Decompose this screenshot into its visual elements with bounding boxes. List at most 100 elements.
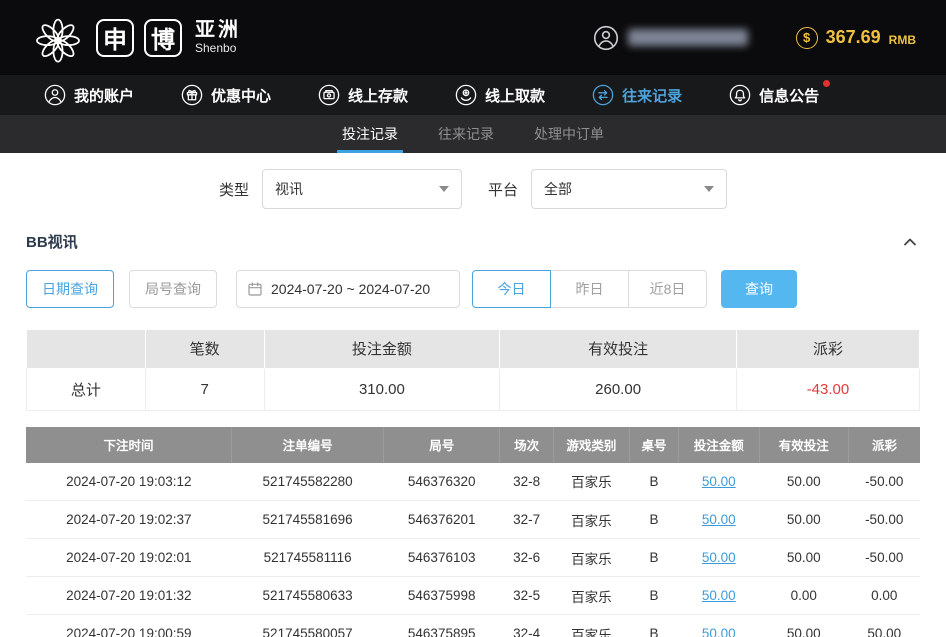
chevron-up-icon[interactable] — [900, 232, 920, 252]
tab-processing-orders[interactable]: 处理中订单 — [529, 115, 609, 153]
search-button[interactable]: 查询 — [721, 270, 797, 308]
nav-item-announcements[interactable]: 信息公告 — [729, 84, 819, 106]
header-round-number: 局号 — [384, 427, 500, 463]
cell-game-type: 百家乐 — [553, 463, 629, 501]
cell-valid-bet: 50.00 — [759, 615, 848, 637]
logo-char-shen: 申 — [96, 19, 134, 57]
nav-item-my-account[interactable]: 我的账户 — [44, 84, 134, 106]
cell-bet-time: 2024-07-20 19:03:12 — [26, 463, 232, 501]
content: 类型 视讯 平台 全部 BB视讯 日期查询 局号查询 2024-07-20 ~ — [0, 153, 946, 637]
chevron-down-icon — [704, 186, 714, 192]
type-label: 类型 — [219, 179, 249, 200]
cell-game-type: 百家乐 — [553, 539, 629, 577]
nav-label: 我的账户 — [74, 85, 134, 106]
type-select[interactable]: 视讯 — [262, 169, 462, 209]
cell-round-number: 546375895 — [384, 615, 500, 637]
record-tabs: 投注记录 往来记录 处理中订单 — [0, 115, 946, 153]
bet-amount-link[interactable]: 50.00 — [702, 474, 736, 489]
tab-bet-records[interactable]: 投注记录 — [337, 115, 403, 153]
cell-bet-number: 521745581116 — [232, 539, 384, 577]
summary-total-row: 总计 7 310.00 260.00 -43.00 — [27, 368, 920, 410]
user-account[interactable] — [593, 25, 748, 51]
cell-payout: -50.00 — [848, 539, 920, 577]
today-button[interactable]: 今日 — [472, 270, 551, 308]
cell-session: 32-8 — [500, 463, 554, 501]
nav-item-withdraw[interactable]: 线上取款 — [455, 84, 545, 106]
balance-display[interactable]: $ 367.69 RMB — [796, 27, 916, 49]
top-header: 申 博 亚洲 Shenbo $ 367.69 RMB — [0, 0, 946, 75]
cell-payout: 50.00 — [848, 615, 920, 637]
table-row: 2024-07-20 19:03:12521745582280546376320… — [26, 463, 920, 501]
cell-round-number: 546376320 — [384, 463, 500, 501]
cell-bet-time: 2024-07-20 19:01:32 — [26, 577, 232, 615]
round-query-button[interactable]: 局号查询 — [129, 270, 217, 308]
bet-amount-link[interactable]: 50.00 — [702, 588, 736, 603]
nav-label: 线上取款 — [485, 85, 545, 106]
summary-valid-bet: 260.00 — [500, 368, 737, 410]
summary-header-count: 笔数 — [145, 330, 264, 368]
bet-amount-link[interactable]: 50.00 — [702, 550, 736, 565]
cell-bet-time: 2024-07-20 19:02:01 — [26, 539, 232, 577]
yesterday-button[interactable]: 昨日 — [550, 270, 629, 308]
summary-header-payout: 派彩 — [736, 330, 919, 368]
table-row: 2024-07-20 19:02:37521745581696546376201… — [26, 501, 920, 539]
user-circle-icon — [44, 84, 66, 106]
query-toolbar: 日期查询 局号查询 2024-07-20 ~ 2024-07-20 今日 昨日 … — [26, 254, 920, 312]
cell-payout: -50.00 — [848, 463, 920, 501]
section-title: BB视讯 — [26, 231, 78, 252]
cell-round-number: 546376201 — [384, 501, 500, 539]
cell-bet-number: 521745580057 — [232, 615, 384, 637]
cell-table-number: B — [629, 577, 678, 615]
cell-valid-bet: 0.00 — [759, 577, 848, 615]
summary-count: 7 — [145, 368, 264, 410]
user-avatar-icon — [593, 25, 619, 51]
type-select-value: 视讯 — [275, 179, 303, 199]
gift-circle-icon — [181, 84, 203, 106]
summary-header-blank — [27, 330, 146, 368]
quick-date-group: 今日 昨日 近8日 — [472, 270, 707, 308]
last-8-days-button[interactable]: 近8日 — [628, 270, 707, 308]
summary-table: 笔数 投注金额 有效投注 派彩 总计 7 310.00 260.00 -43.0… — [26, 330, 920, 411]
table-row: 2024-07-20 19:01:32521745580633546375998… — [26, 577, 920, 615]
platform-label: 平台 — [488, 179, 518, 200]
brand-logo[interactable]: 申 博 亚洲 Shenbo — [30, 10, 241, 66]
logo-subtitle: Shenbo — [195, 42, 241, 56]
nav-item-deposit[interactable]: 线上存款 — [318, 84, 408, 106]
bet-amount-link[interactable]: 50.00 — [702, 512, 736, 527]
deposit-circle-icon — [318, 84, 340, 106]
header-bet-amount: 投注金额 — [679, 427, 759, 463]
cell-payout: -50.00 — [848, 501, 920, 539]
nav-item-records[interactable]: 往来记录 — [592, 84, 682, 106]
nav-item-promotions[interactable]: 优惠中心 — [181, 84, 271, 106]
filter-row: 类型 视讯 平台 全部 — [26, 153, 920, 221]
bet-amount-link[interactable]: 50.00 — [702, 626, 736, 637]
withdraw-circle-icon — [455, 84, 477, 106]
summary-header-bet-amount: 投注金额 — [264, 330, 500, 368]
dollar-circle-icon: $ — [796, 27, 818, 49]
tab-transaction-records[interactable]: 往来记录 — [433, 115, 499, 153]
records-circle-icon — [592, 84, 614, 106]
summary-bet-amount: 310.00 — [264, 368, 500, 410]
platform-select[interactable]: 全部 — [531, 169, 727, 209]
lotus-flower-icon — [30, 10, 86, 66]
cell-bet-amount: 50.00 — [679, 615, 759, 637]
bet-records-table: 下注时间 注单编号 局号 场次 游戏类别 桌号 投注金额 有效投注 派彩 202… — [26, 427, 920, 637]
cell-session: 32-5 — [500, 577, 554, 615]
notification-badge — [823, 80, 830, 87]
main-nav: 我的账户 优惠中心 线上存款 线上取款 往来记录 信息公告 — [0, 75, 946, 115]
summary-total-label: 总计 — [27, 368, 146, 410]
cell-bet-amount: 50.00 — [679, 501, 759, 539]
date-query-button[interactable]: 日期查询 — [26, 270, 114, 308]
logo-region: 亚洲 — [195, 19, 241, 42]
nav-label: 优惠中心 — [211, 85, 271, 106]
cell-table-number: B — [629, 463, 678, 501]
balance-amount: 367.69 — [826, 27, 881, 48]
cell-game-type: 百家乐 — [553, 615, 629, 637]
cell-table-number: B — [629, 501, 678, 539]
section-header: BB视讯 — [26, 221, 920, 254]
cell-valid-bet: 50.00 — [759, 463, 848, 501]
date-range-value: 2024-07-20 ~ 2024-07-20 — [271, 281, 430, 297]
date-range-input[interactable]: 2024-07-20 ~ 2024-07-20 — [236, 270, 460, 308]
nav-label: 往来记录 — [622, 85, 682, 106]
cell-table-number: B — [629, 615, 678, 637]
